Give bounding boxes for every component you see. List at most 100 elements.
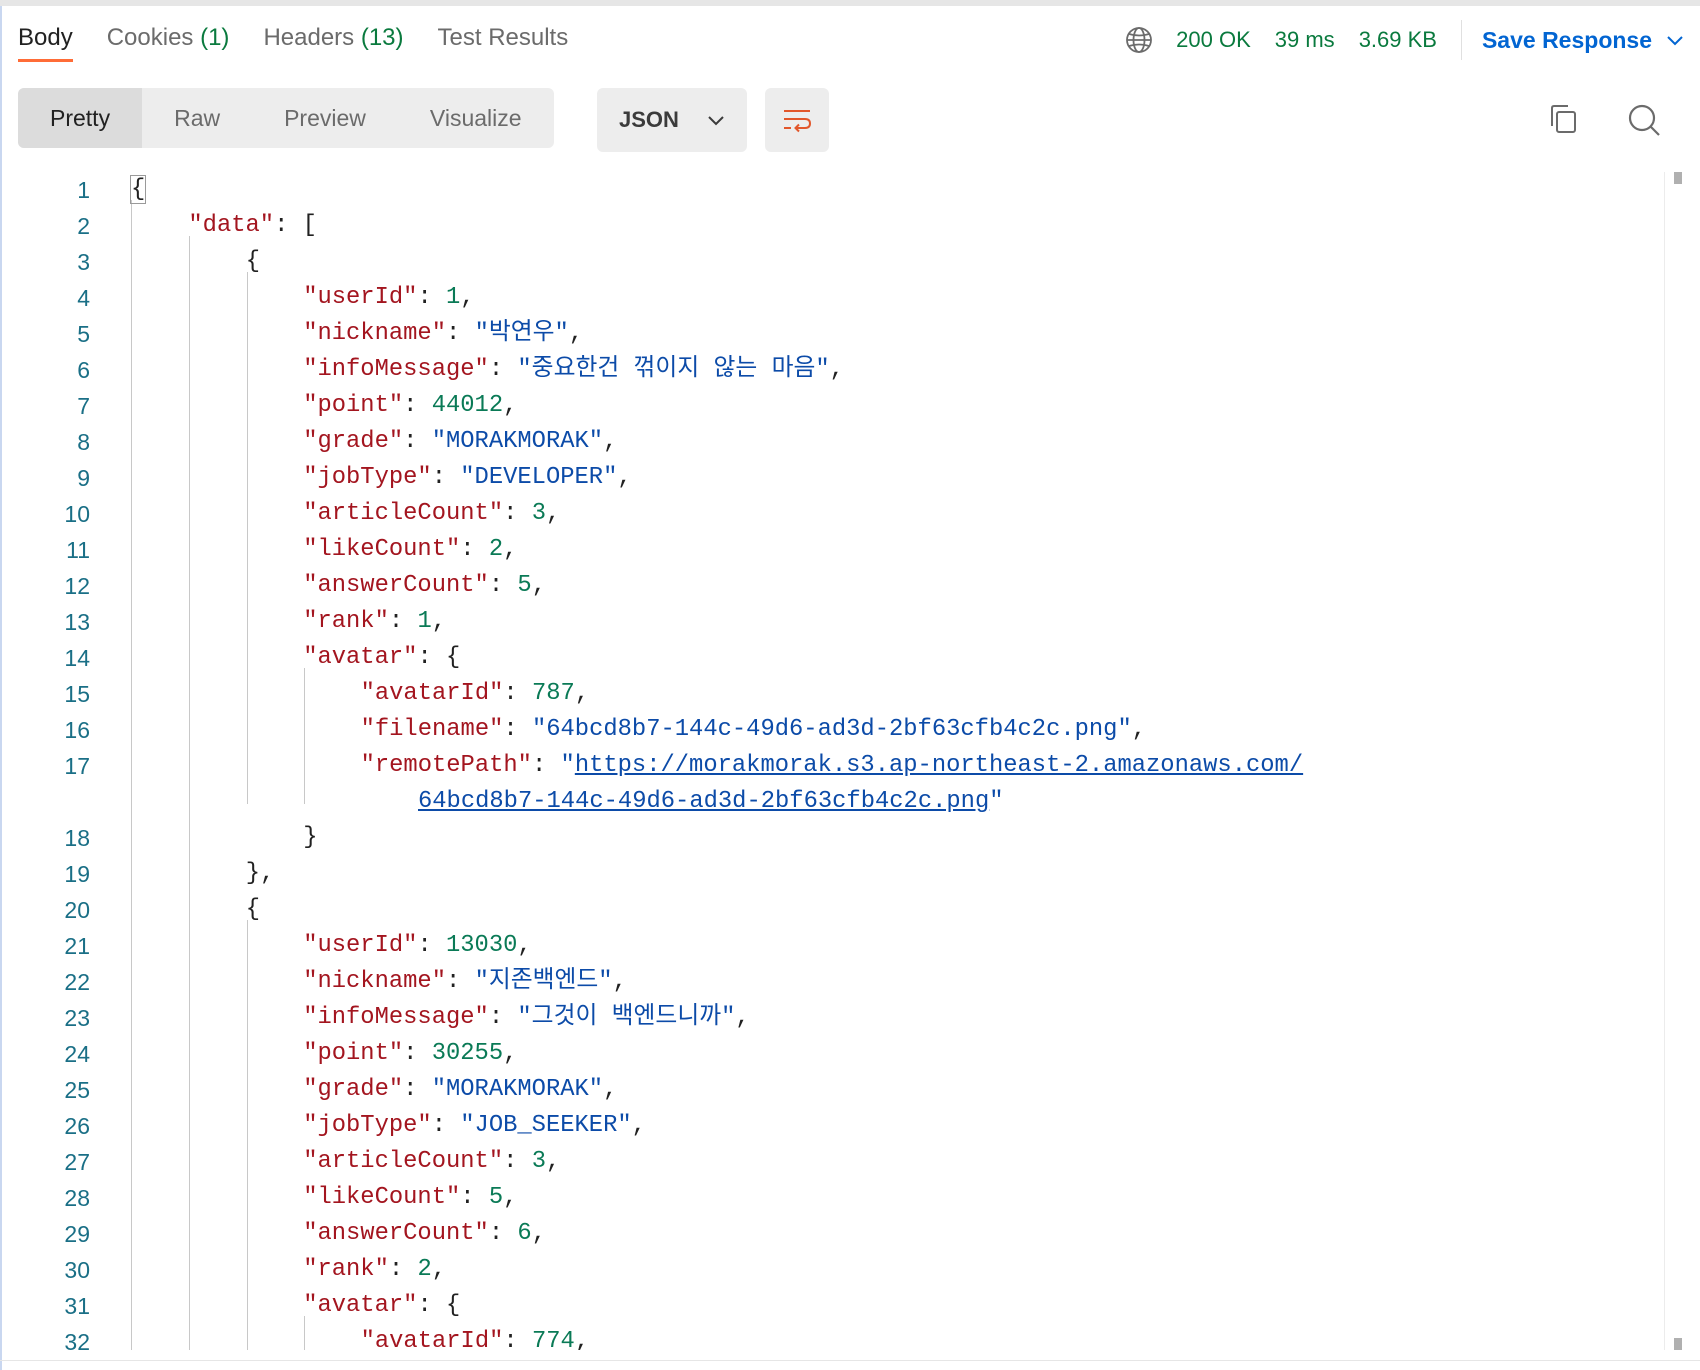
json-key: "articleCount" <box>303 1148 504 1175</box>
json-key: "point" <box>303 392 404 419</box>
scrollbar[interactable] <box>1664 172 1679 1350</box>
json-punctuation: : [ <box>274 212 317 239</box>
response-size[interactable]: 3.69 KB <box>1359 27 1437 53</box>
json-punctuation: }, <box>245 860 275 887</box>
copy-icon[interactable] <box>1546 102 1580 136</box>
code-text: { <box>246 892 260 928</box>
code-text: "answerCount": 6, <box>303 1216 546 1252</box>
view-mode-switcher: Pretty Raw Preview Visualize <box>18 88 554 148</box>
status-divider <box>1460 20 1462 60</box>
code-text: "likeCount": 2, <box>303 532 517 568</box>
code-line: 9 "jobType": "DEVELOPER", <box>0 460 1664 496</box>
code-text: "avatar": { <box>303 1288 460 1324</box>
json-punctuation: { <box>245 248 261 275</box>
code-line: 17 "remotePath": "https://morakmorak.s3.a… <box>0 748 1664 820</box>
json-punctuation: : { <box>417 644 461 671</box>
code-line: 1{ <box>0 172 1664 208</box>
response-time[interactable]: 39 ms <box>1275 27 1335 53</box>
code-text: "userId": 13030, <box>303 928 532 964</box>
search-icon[interactable] <box>1626 102 1662 138</box>
view-pretty[interactable]: Pretty <box>18 88 143 148</box>
code-line: 31 "avatar": { <box>0 1288 1664 1324</box>
line-number: 18 <box>64 825 90 851</box>
json-punctuation: , <box>531 1220 546 1247</box>
globe-icon[interactable] <box>1124 25 1154 55</box>
tab-test-results[interactable]: Test Results <box>438 16 569 62</box>
code-line: 23 "infoMessage": "그것이 백엔드니까", <box>0 1000 1664 1036</box>
code-line: 6 "infoMessage": "중요한건 꺾이지 않는 마음", <box>0 352 1664 388</box>
chevron-down-icon <box>708 116 724 126</box>
json-punctuation: , <box>617 464 632 491</box>
json-key: "rank" <box>303 608 389 635</box>
scrollbar-down-arrow[interactable] <box>1674 1338 1682 1350</box>
json-key: "avatar" <box>303 644 418 671</box>
json-punctuation: : <box>446 320 475 347</box>
code-text: "filename": "64bcd8b7-144c-49d6-ad3d-2bf… <box>361 712 1146 748</box>
json-punctuation: , <box>1131 716 1147 743</box>
json-punctuation: : <box>403 1040 432 1067</box>
line-number: 1 <box>77 177 90 203</box>
code-text: "jobType": "DEVELOPER", <box>303 460 631 496</box>
json-punctuation: : <box>388 608 418 635</box>
code-line: 11 "likeCount": 2, <box>0 532 1664 568</box>
code-line: 32 "avatarId": 774, <box>0 1324 1664 1350</box>
tab-cookies[interactable]: Cookies (1) <box>107 16 230 62</box>
scrollbar-up-arrow[interactable] <box>1674 172 1682 184</box>
code-text: "infoMessage": "그것이 백엔드니까", <box>303 1000 750 1036</box>
code-text: "nickname": "지존백엔드", <box>303 964 627 1000</box>
code-text: "data": [ <box>188 208 317 244</box>
format-dropdown[interactable]: JSON <box>597 88 747 152</box>
json-key: "nickname" <box>303 968 446 995</box>
json-punctuation: , <box>545 500 561 527</box>
status-code[interactable]: 200 OK <box>1176 27 1251 53</box>
json-punctuation: : <box>446 968 475 995</box>
wrap-lines-button[interactable] <box>765 88 829 152</box>
json-punctuation: : <box>417 284 446 311</box>
line-number: 30 <box>64 1257 90 1283</box>
view-visualize[interactable]: Visualize <box>398 88 554 148</box>
json-punctuation: , <box>503 392 518 419</box>
json-key: "jobType" <box>303 464 432 491</box>
json-punctuation: , <box>503 1040 518 1067</box>
code-line: 12 "answerCount": 5, <box>0 568 1664 604</box>
json-punctuation: , <box>517 932 532 959</box>
json-number: 1 <box>446 284 461 311</box>
line-number: 15 <box>64 681 90 707</box>
line-number: 29 <box>64 1221 90 1247</box>
json-string: "64bcd8b7-144c-49d6-ad3d-2bf63cfb4c2c.pn… <box>531 716 1132 743</box>
json-key: "userId" <box>303 932 418 959</box>
code-text: } <box>303 820 317 856</box>
tab-body[interactable]: Body <box>18 16 73 62</box>
json-punctuation: , <box>631 1112 646 1139</box>
code-line: 2 "data": [ <box>0 208 1664 244</box>
tab-cookies-count: (1) <box>200 24 230 51</box>
code-line: 8 "grade": "MORAKMORAK", <box>0 424 1664 460</box>
json-punctuation: : <box>503 716 532 743</box>
json-punctuation: : <box>417 932 446 959</box>
line-number: 3 <box>77 249 90 275</box>
line-number: 31 <box>64 1293 90 1319</box>
json-punctuation: : <box>531 752 561 779</box>
json-response-viewer[interactable]: 1{2 "data": [3{4 "userId": 1, 5 "nickname": … <box>0 172 1664 1350</box>
view-raw[interactable]: Raw <box>142 88 252 148</box>
json-number: 3 <box>531 1148 546 1175</box>
line-number: 22 <box>64 969 90 995</box>
code-text: { <box>129 172 147 208</box>
json-punctuation: , <box>612 968 627 995</box>
json-punctuation: : <box>460 1184 489 1211</box>
json-punctuation: { <box>245 896 261 923</box>
code-text: "likeCount": 5, <box>303 1180 517 1216</box>
json-key: "infoMessage" <box>303 356 489 383</box>
json-punctuation: : <box>503 500 532 527</box>
json-punctuation: : <box>503 1148 532 1175</box>
line-number: 17 <box>64 753 90 779</box>
save-response-button[interactable]: Save Response <box>1482 27 1684 54</box>
code-line: 25 "grade": "MORAKMORAK", <box>0 1072 1664 1108</box>
tab-headers[interactable]: Headers (13) <box>263 16 403 62</box>
view-preview[interactable]: Preview <box>252 88 398 148</box>
json-string: " <box>560 752 575 779</box>
json-string: "중요한건 꺾이지 않는 마음" <box>517 356 830 383</box>
json-url-link[interactable]: 64bcd8b7-144c-49d6-ad3d-2bf63cfb4c2c.png <box>418 788 989 815</box>
json-url-link[interactable]: https://morakmorak.s3.ap-northeast-2.ama… <box>575 752 1303 779</box>
json-key: "data" <box>188 212 275 239</box>
